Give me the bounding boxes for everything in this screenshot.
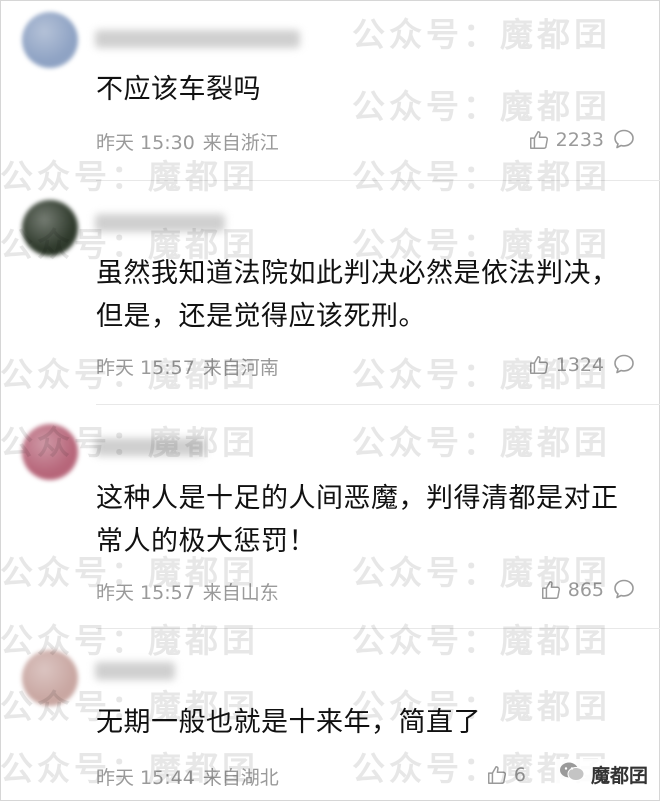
comment-location: 来自山东 — [202, 582, 279, 604]
thumbs-up-icon — [528, 129, 550, 151]
like-count: 1324 — [555, 354, 604, 376]
wechat-icon — [559, 761, 585, 787]
like-count: 2233 — [555, 129, 604, 151]
username-blurred[interactable] — [95, 30, 300, 48]
like-button[interactable]: 6 — [486, 761, 526, 789]
divider — [96, 628, 660, 629]
comment-text: 虽然我知道法院如此判决必然是依法判决，但是，还是觉得应该死刑。 — [96, 258, 619, 332]
comment-meta: 昨天 15:57 来自河南 1324 — [96, 351, 636, 379]
thumbs-up-icon — [540, 579, 562, 601]
thumbs-up-icon — [486, 764, 508, 786]
avatar[interactable] — [22, 12, 78, 68]
comment-time: 昨天 15:57 — [96, 582, 195, 604]
reply-button[interactable] — [612, 577, 636, 601]
comment-time-location: 昨天 15:44 来自湖北 — [96, 763, 279, 790]
comment-meta: 昨天 15:30 来自浙江 2233 — [96, 126, 636, 154]
like-count: 865 — [567, 579, 604, 601]
like-button[interactable]: 1324 — [528, 351, 604, 379]
username-blurred[interactable] — [95, 662, 175, 680]
comment-time-location: 昨天 15:57 来自山东 — [96, 578, 279, 605]
reply-button[interactable] — [612, 352, 636, 376]
comment-location: 来自湖北 — [202, 767, 279, 789]
source-badge-text: 魔都囝 — [590, 764, 648, 787]
comment-bubble-icon — [612, 127, 636, 151]
comment-list-frame — [0, 0, 660, 801]
comment-text: 无期一般也就是十来年，简直了 — [96, 707, 481, 738]
thumbs-up-icon — [528, 354, 550, 376]
comment-text: 这种人是十足的人间恶魔，判得清都是对正常人的极大惩罚！ — [96, 483, 619, 557]
comment-time-location: 昨天 15:30 来自浙江 — [96, 128, 279, 155]
divider — [96, 404, 660, 405]
comment-location: 来自河南 — [202, 357, 279, 379]
username-blurred[interactable] — [95, 438, 205, 456]
reply-button[interactable] — [612, 127, 636, 151]
comment-time: 昨天 15:30 — [96, 132, 195, 154]
avatar[interactable] — [22, 424, 78, 480]
avatar[interactable] — [22, 200, 78, 256]
username-blurred[interactable] — [95, 214, 225, 232]
like-count: 6 — [513, 764, 526, 786]
comment-time: 昨天 15:57 — [96, 357, 195, 379]
divider — [96, 180, 660, 181]
comment-time: 昨天 15:44 — [96, 767, 195, 789]
comment-bubble-icon — [612, 352, 636, 376]
comment-meta: 昨天 15:57 来自山东 865 — [96, 576, 636, 604]
comment-text: 不应该车裂吗 — [96, 74, 261, 105]
avatar[interactable] — [22, 650, 78, 706]
like-button[interactable]: 865 — [540, 576, 604, 604]
comment-location: 来自浙江 — [202, 132, 279, 154]
comment-bubble-icon — [612, 577, 636, 601]
like-button[interactable]: 2233 — [528, 126, 604, 154]
comment-time-location: 昨天 15:57 来自河南 — [96, 353, 279, 380]
source-badge: 魔都囝 — [554, 759, 652, 789]
